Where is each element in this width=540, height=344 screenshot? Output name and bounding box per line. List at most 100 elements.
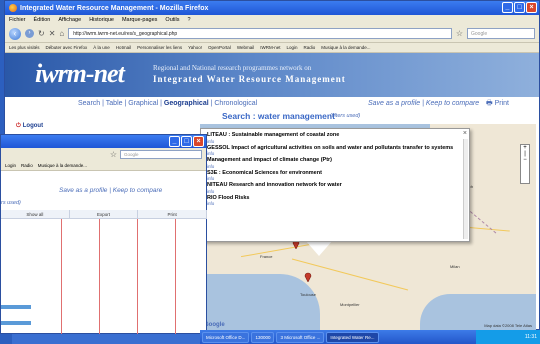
- forward-button[interactable]: ›: [25, 29, 34, 38]
- home-icon[interactable]: ⌂: [59, 29, 64, 38]
- menu-file[interactable]: Fichier: [9, 17, 26, 23]
- list-item: S3E : Economical Sciences for environmen…: [207, 170, 459, 182]
- bookmarks-toolbar: Les plus visités Débuter avec Firefox À …: [5, 43, 539, 53]
- printer-icon: 🖶: [486, 100, 493, 107]
- taskbar-item[interactable]: Integrated Water Re...: [326, 331, 379, 343]
- show-all-button[interactable]: Show all: [1, 210, 70, 218]
- menu-history[interactable]: Historique: [89, 17, 114, 23]
- map-marker[interactable]: [304, 272, 312, 282]
- bookmark-item[interactable]: IWRM-net: [260, 45, 280, 50]
- timeline-gridline: [175, 219, 176, 334]
- bookmark-item[interactable]: Les plus visités: [9, 45, 40, 50]
- bookmark-item[interactable]: Radio: [304, 45, 316, 50]
- popup-scrollbar[interactable]: [463, 139, 468, 239]
- list-item: RIO Flood Risks info: [207, 195, 459, 207]
- view-chronological-link[interactable]: Chronological: [214, 100, 257, 107]
- bookmark-item[interactable]: Login: [287, 45, 298, 50]
- main-window-title: Integrated Water Resource Management - M…: [20, 4, 209, 12]
- map-label: Toulouse: [300, 292, 317, 297]
- print-button[interactable]: Print: [138, 210, 208, 218]
- logout-link[interactable]: ⏻ Logout: [16, 123, 43, 130]
- export-button[interactable]: Export: [70, 210, 139, 218]
- info-link[interactable]: info: [207, 151, 459, 156]
- view-graphical-link[interactable]: Graphical: [128, 100, 158, 107]
- google-logo: Google: [204, 322, 225, 328]
- bookmark-item[interactable]: Hotmail: [116, 45, 131, 50]
- system-tray-clock[interactable]: 11:31: [476, 330, 540, 344]
- bookmark-star-icon[interactable]: ☆: [110, 150, 117, 159]
- map-label: France: [260, 254, 273, 259]
- map-info-popup: × LITEAU : Sustainable management of coa…: [200, 128, 470, 242]
- taskbar-item[interactable]: Microsoft Office D...: [202, 331, 250, 343]
- map-zoom-control[interactable]: + | −: [520, 144, 530, 184]
- info-link[interactable]: info: [207, 189, 459, 194]
- save-profile-link[interactable]: Save as a profile: [59, 187, 107, 194]
- list-item: LITEAU : Sustainable management of coast…: [207, 132, 459, 144]
- list-item: Management and impact of climate change …: [207, 157, 459, 169]
- profile-links: Save as a profile | Keep to compare: [368, 100, 480, 107]
- minimize-button[interactable]: _: [169, 136, 180, 147]
- keep-compare-link[interactable]: Keep to compare: [426, 100, 479, 107]
- bookmark-item[interactable]: Login: [5, 163, 16, 168]
- timeline-bar[interactable]: [1, 321, 31, 325]
- url-bar[interactable]: http://iwrm.iwrm-net.eu/res/s_geographic…: [68, 28, 452, 39]
- close-button[interactable]: ×: [526, 2, 537, 13]
- window-controls: _ □ ×: [169, 136, 204, 147]
- close-button[interactable]: ×: [193, 136, 204, 147]
- maximize-button[interactable]: □: [181, 136, 192, 147]
- bookmark-item[interactable]: Yahoo!: [188, 45, 202, 50]
- print-label: Print: [494, 100, 509, 107]
- maximize-button[interactable]: □: [514, 2, 525, 13]
- programme-title[interactable]: GESSOL Impact of agricultural activities…: [207, 145, 459, 152]
- reload-icon[interactable]: ↻: [38, 29, 45, 38]
- view-geographical-link[interactable]: Geographical: [164, 100, 209, 107]
- minimize-button[interactable]: _: [502, 2, 513, 13]
- bookmark-item[interactable]: Musique à la demande...: [321, 45, 370, 50]
- list-item: GESSOL Impact of agricultural activities…: [207, 145, 459, 157]
- search-input[interactable]: Google: [120, 150, 202, 159]
- bookmark-item[interactable]: Personnaliser les liens: [137, 45, 182, 50]
- popup-close-icon[interactable]: ×: [463, 130, 467, 137]
- print-link[interactable]: 🖶 Print: [486, 99, 509, 110]
- desktop: Integrated Water Resource Management - M…: [0, 0, 540, 344]
- programme-list: LITEAU : Sustainable management of coast…: [201, 129, 469, 206]
- menu-view[interactable]: Affichage: [58, 17, 81, 23]
- view-search-link[interactable]: Search: [78, 100, 100, 107]
- filters-used-link[interactable]: rs used): [1, 200, 21, 206]
- info-link[interactable]: info: [207, 139, 459, 144]
- menu-bar: Fichier Édition Affichage Historique Mar…: [5, 15, 539, 25]
- bookmark-star-icon[interactable]: ☆: [456, 29, 463, 38]
- info-link[interactable]: info: [207, 176, 459, 181]
- tagline-line2: Integrated Water Resource Management: [153, 74, 346, 84]
- filters-used-link[interactable]: (filters used): [330, 113, 360, 119]
- stop-icon[interactable]: ✕: [49, 29, 56, 38]
- menu-help[interactable]: ?: [187, 17, 190, 23]
- secondary-titlebar: _ □ ×: [1, 135, 206, 148]
- bookmark-item[interactable]: Débuter avec Firefox: [46, 45, 88, 50]
- site-logo[interactable]: iwrm-net: [35, 59, 125, 89]
- back-button[interactable]: ‹: [9, 27, 21, 40]
- timeline-bar[interactable]: [1, 305, 31, 309]
- popup-tail: [305, 240, 333, 256]
- view-switcher: Search | Table | Graphical | Geographica…: [78, 100, 257, 107]
- info-link[interactable]: info: [207, 201, 459, 206]
- menu-edit[interactable]: Édition: [34, 17, 51, 23]
- bookmark-item[interactable]: À la une: [93, 45, 110, 50]
- keep-compare-link[interactable]: Keep to compare: [113, 187, 163, 194]
- view-table-link[interactable]: Table: [106, 100, 123, 107]
- menu-tools[interactable]: Outils: [165, 17, 179, 23]
- info-link[interactable]: info: [207, 164, 459, 169]
- menu-bookmarks[interactable]: Marque-pages: [122, 17, 157, 23]
- logout-label: Logout: [22, 123, 44, 129]
- taskbar-item[interactable]: 3 Microsoft Office ...: [276, 331, 325, 343]
- save-profile-link[interactable]: Save as a profile: [368, 100, 420, 107]
- bookmark-item[interactable]: OpenPortal: [208, 45, 231, 50]
- bookmark-item[interactable]: Webmail: [237, 45, 254, 50]
- bookmark-item[interactable]: Radio: [21, 163, 33, 168]
- site-banner: iwrm-net Regional and National research …: [5, 53, 539, 97]
- bookmark-item[interactable]: Musique à la demande...: [38, 163, 87, 168]
- search-input[interactable]: Google: [467, 28, 535, 39]
- taskbar-item[interactable]: 130000: [251, 331, 275, 343]
- logout-icon: ⏻: [16, 123, 21, 129]
- map-label: Montpellier: [340, 302, 360, 307]
